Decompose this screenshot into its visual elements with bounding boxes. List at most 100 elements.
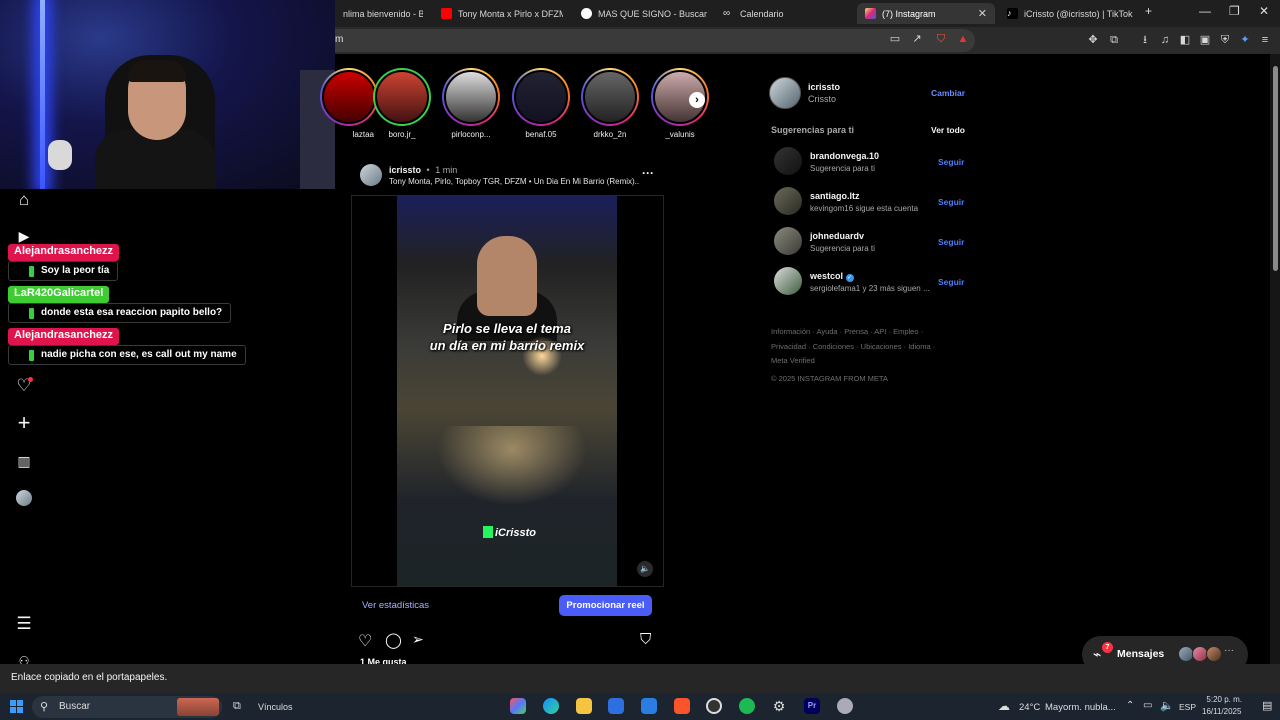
address-bar[interactable]: m ▭ ↗ ⛉ ▲ [335, 29, 975, 52]
switch-account-link[interactable]: Cambiar [931, 88, 965, 98]
spotify-icon[interactable] [739, 698, 755, 714]
follow-button[interactable]: Seguir [938, 197, 964, 207]
mail-icon[interactable] [641, 698, 657, 714]
suggestion-username[interactable]: westcol ✓ [810, 271, 854, 282]
story-item[interactable]: benaf.05 [510, 68, 572, 139]
tray-chevron-icon[interactable]: ⌃ [1126, 700, 1134, 711]
sidebar-icon[interactable]: ◧ [1178, 33, 1192, 47]
minimize-icon[interactable]: — [1199, 4, 1211, 18]
share-icon[interactable]: ➢ [412, 631, 424, 648]
footer-link[interactable]: API [874, 327, 886, 336]
copilot-icon[interactable] [510, 698, 526, 714]
close-window-icon[interactable]: ✕ [1259, 4, 1269, 18]
follow-button[interactable]: Seguir [938, 277, 964, 287]
follow-button[interactable]: Seguir [938, 237, 964, 247]
weather-icon[interactable]: ☁ [998, 699, 1010, 713]
suggestion-username[interactable]: johneduardv [810, 231, 864, 241]
volume-icon[interactable]: 🔈 [637, 561, 653, 577]
reels-icon[interactable]: ▶ [14, 226, 34, 246]
dashboard-icon[interactable]: ▥ [14, 451, 34, 471]
download-icon[interactable]: ⭳ [1138, 33, 1152, 47]
footer-link[interactable]: Privacidad [771, 342, 806, 351]
follow-button[interactable]: Seguir [938, 157, 964, 167]
browser-tab[interactable]: nlima bienvenido - Busca [335, 3, 423, 24]
app-icon[interactable] [837, 698, 853, 714]
suggestion-avatar[interactable] [774, 227, 802, 255]
browser-tab[interactable]: Tony Monta x Pirlo x DFZM x T [433, 3, 563, 24]
task-view-icon[interactable]: ⧉ [233, 700, 241, 713]
post-author-avatar[interactable] [360, 164, 382, 186]
story-item[interactable]: pirloconp... [440, 68, 502, 139]
story-item[interactable]: drkko_2n [579, 68, 641, 139]
footer-link[interactable]: Prensa [844, 327, 868, 336]
browser-tab[interactable]: MAS QUE SIGNO - Buscar con [573, 3, 708, 24]
clock-time[interactable]: 5:20 p. m. [1204, 695, 1242, 704]
share-icon[interactable]: ↗ [910, 32, 924, 46]
edge-icon[interactable] [543, 698, 559, 714]
file-explorer-icon[interactable] [576, 698, 592, 714]
footer-link[interactable]: Idioma [908, 342, 931, 351]
close-tab-icon[interactable]: ✕ [1132, 7, 1134, 20]
obs-icon[interactable] [706, 698, 722, 714]
suggestion-avatar[interactable] [774, 267, 802, 295]
browser-tab-active[interactable]: (7) Instagram ✕ [857, 3, 995, 24]
like-icon[interactable]: ♡ [358, 631, 372, 651]
browser-tab[interactable]: ♪ iCrissto (@icrissto) | TikTok✕ [999, 3, 1134, 24]
language-indicator[interactable]: ESP [1179, 702, 1196, 712]
footer-link[interactable]: Condiciones [813, 342, 854, 351]
vpn-icon[interactable]: ⛨ [1218, 33, 1232, 47]
footer-link[interactable]: Empleo [893, 327, 918, 336]
notification-center-icon[interactable]: ▤ [1262, 699, 1272, 712]
suggestion-username[interactable]: santiago.ltz [810, 191, 860, 201]
menu-icon[interactable]: ≡ [1258, 33, 1272, 47]
stories-next-button[interactable]: › [689, 92, 705, 108]
suggestion-username[interactable]: brandonvega.10 [810, 151, 879, 161]
footer-link[interactable]: Ubicaciones [861, 342, 902, 351]
rewards-icon[interactable]: ▲ [956, 32, 970, 46]
extensions-icon[interactable]: ✥ [1086, 33, 1100, 47]
network-icon[interactable]: ▭ [1143, 700, 1152, 711]
volume-tray-icon[interactable]: 🔈 [1160, 699, 1174, 712]
weather-desc[interactable]: Mayorm. nubla... [1045, 702, 1116, 713]
page-scrollbar[interactable] [1270, 54, 1280, 664]
new-tab-button[interactable]: + [1145, 4, 1152, 18]
post-username[interactable]: icrissto [389, 165, 421, 175]
home-icon[interactable]: ⌂ [14, 190, 34, 210]
media-icon[interactable]: ♫ [1158, 33, 1172, 47]
restore-icon[interactable]: ❐ [1229, 4, 1240, 18]
save-icon[interactable]: ⛉ [640, 631, 651, 648]
taskbar-search[interactable]: ⚲ Buscar [32, 696, 222, 718]
footer-link[interactable]: Meta Verified [771, 356, 815, 365]
wallet-icon[interactable]: ▣ [1198, 33, 1212, 47]
browser-tab[interactable]: ∞ Calendario [715, 3, 850, 24]
see-all-link[interactable]: Ver todo [931, 125, 965, 135]
account-username[interactable]: icrissto [808, 82, 840, 92]
screenshot-icon[interactable]: ⧉ [1107, 33, 1121, 47]
weather-temp[interactable]: 24°C [1019, 702, 1040, 713]
brave-shield-icon[interactable]: ⛉ [934, 32, 948, 46]
footer-link[interactable]: Ayuda [816, 327, 837, 336]
clock-date[interactable]: 16/11/2025 [1202, 707, 1241, 716]
ai-assistant-icon[interactable]: ✦ [1238, 33, 1252, 47]
install-app-icon[interactable]: ▭ [888, 32, 902, 46]
post-audio[interactable]: Tony Monta, Pirlo, Topboy TGR, DFZM • Un… [389, 177, 639, 186]
brave-icon[interactable] [674, 698, 690, 714]
settings-gear-icon[interactable]: ⚙ [771, 698, 787, 714]
notifications-heart-icon[interactable]: ♡ [14, 376, 34, 396]
view-insights-link[interactable]: Ver estadísticas [362, 600, 429, 611]
promote-reel-button[interactable]: Promocionar reel [559, 595, 652, 616]
premiere-icon[interactable]: Pr [804, 698, 820, 714]
more-menu-icon[interactable]: ☰ [14, 614, 34, 634]
scrollbar-thumb[interactable] [1273, 66, 1278, 271]
taskbar-links-label[interactable]: Vínculos [258, 702, 293, 712]
account-avatar[interactable] [769, 77, 801, 109]
profile-avatar[interactable] [14, 488, 34, 508]
create-icon[interactable]: + [14, 412, 34, 434]
suggestion-avatar[interactable] [774, 187, 802, 215]
comment-icon[interactable]: ◯ [385, 631, 402, 649]
story-item[interactable]: boro.jr_ [371, 68, 433, 139]
close-tab-icon[interactable]: ✕ [978, 7, 987, 20]
store-icon[interactable] [608, 698, 624, 714]
windows-start-icon[interactable] [10, 700, 23, 713]
footer-link[interactable]: Información [771, 327, 810, 336]
